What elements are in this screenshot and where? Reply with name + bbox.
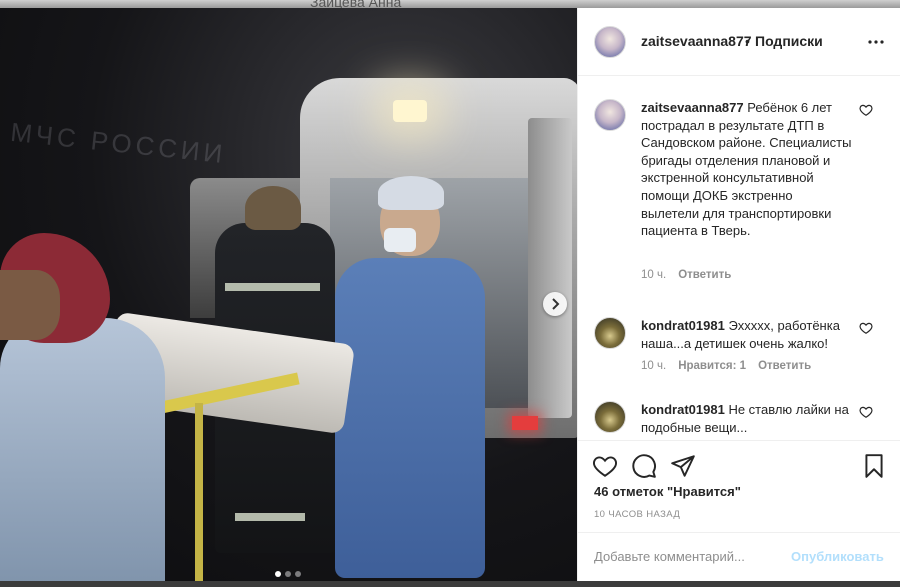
- ambulance-taillight: [512, 416, 538, 430]
- background-page-strip: [0, 581, 900, 587]
- reply-button[interactable]: Ответить: [758, 360, 811, 372]
- carousel-dot: [275, 571, 281, 577]
- doctor-mask: [384, 228, 416, 252]
- comment-likes-count[interactable]: Нравится: 1: [678, 360, 746, 372]
- post-actions: 46 отметок "Нравится" 10 часов назад Доб…: [578, 440, 900, 574]
- avatar[interactable]: [594, 99, 626, 131]
- chevron-right-icon: [552, 298, 560, 310]
- publish-button[interactable]: Опубликовать: [791, 549, 884, 564]
- post-photo[interactable]: МЧС РОССИИ: [0, 8, 577, 581]
- comment-text: kondrat01981 Не ставлю лайки на подобные…: [641, 401, 853, 436]
- avatar[interactable]: [594, 401, 626, 433]
- caption-username[interactable]: zaitsevaanna877: [641, 100, 744, 115]
- reflective-stripe: [225, 283, 320, 291]
- carousel-dot: [295, 571, 301, 577]
- comment-username[interactable]: kondrat01981: [641, 402, 725, 417]
- heart-icon[interactable]: [859, 103, 873, 117]
- caption-body: Ребёнок 6 лет пострадал в результате ДТП…: [641, 100, 852, 239]
- carousel-indicator: [275, 571, 301, 577]
- caption-meta: 10 ч. Ответить: [641, 269, 731, 281]
- following-button[interactable]: Подписки: [755, 33, 823, 49]
- comment-username[interactable]: kondrat01981: [641, 318, 725, 333]
- reflective-stripe: [235, 513, 305, 521]
- bookmark-icon[interactable]: [861, 453, 887, 479]
- comments-list[interactable]: zaitsevaanna877 Ребёнок 6 лет пострадал …: [578, 77, 900, 440]
- nurse-raincoat: [0, 318, 165, 581]
- reply-button[interactable]: Ответить: [678, 269, 731, 281]
- more-options-button[interactable]: [866, 32, 886, 52]
- heart-icon[interactable]: [859, 405, 873, 419]
- stretcher-leg: [195, 403, 203, 581]
- heart-icon[interactable]: [859, 321, 873, 335]
- share-icon[interactable]: [670, 453, 696, 479]
- next-photo-button[interactable]: [543, 292, 567, 316]
- caption-text: zaitsevaanna877 Ребёнок 6 лет пострадал …: [641, 99, 853, 240]
- doctor-cap: [378, 176, 444, 210]
- comment-input[interactable]: Добавьте комментарий...: [594, 549, 745, 564]
- heart-icon[interactable]: [592, 453, 618, 479]
- comment-icon[interactable]: [631, 453, 657, 479]
- more-icon: [868, 40, 884, 44]
- separator-dot: •: [745, 33, 750, 49]
- ambulance-door: [528, 118, 572, 418]
- firefighter-helmet: [245, 186, 301, 230]
- post-header: zaitsevaanna877 • Подписки: [578, 8, 900, 76]
- avatar[interactable]: [594, 26, 626, 58]
- avatar[interactable]: [594, 317, 626, 349]
- comment-text: kondrat01981 Эхxxxx, работёнка наша...а …: [641, 317, 853, 352]
- photo-watermark-text: МЧС РОССИИ: [9, 116, 228, 170]
- comment-meta: 10 ч. Нравится: 1 Ответить: [641, 360, 811, 372]
- doctor-gown: [335, 258, 485, 578]
- likes-count[interactable]: 46 отметок "Нравится": [594, 484, 741, 499]
- post-timestamp[interactable]: 10 часов назад: [594, 509, 680, 520]
- comment-time[interactable]: 10 ч.: [641, 360, 666, 372]
- background-page-strip: [0, 0, 900, 8]
- ambulance-light: [393, 100, 427, 122]
- post-details-panel: zaitsevaanna877 • Подписки zaitsevaanna8…: [577, 8, 900, 581]
- nurse-face: [0, 270, 60, 340]
- add-comment-row: Добавьте комментарий... Опубликовать: [578, 532, 900, 582]
- carousel-dot: [285, 571, 291, 577]
- caption-time[interactable]: 10 ч.: [641, 269, 666, 281]
- author-username[interactable]: zaitsevaanna877: [641, 33, 752, 49]
